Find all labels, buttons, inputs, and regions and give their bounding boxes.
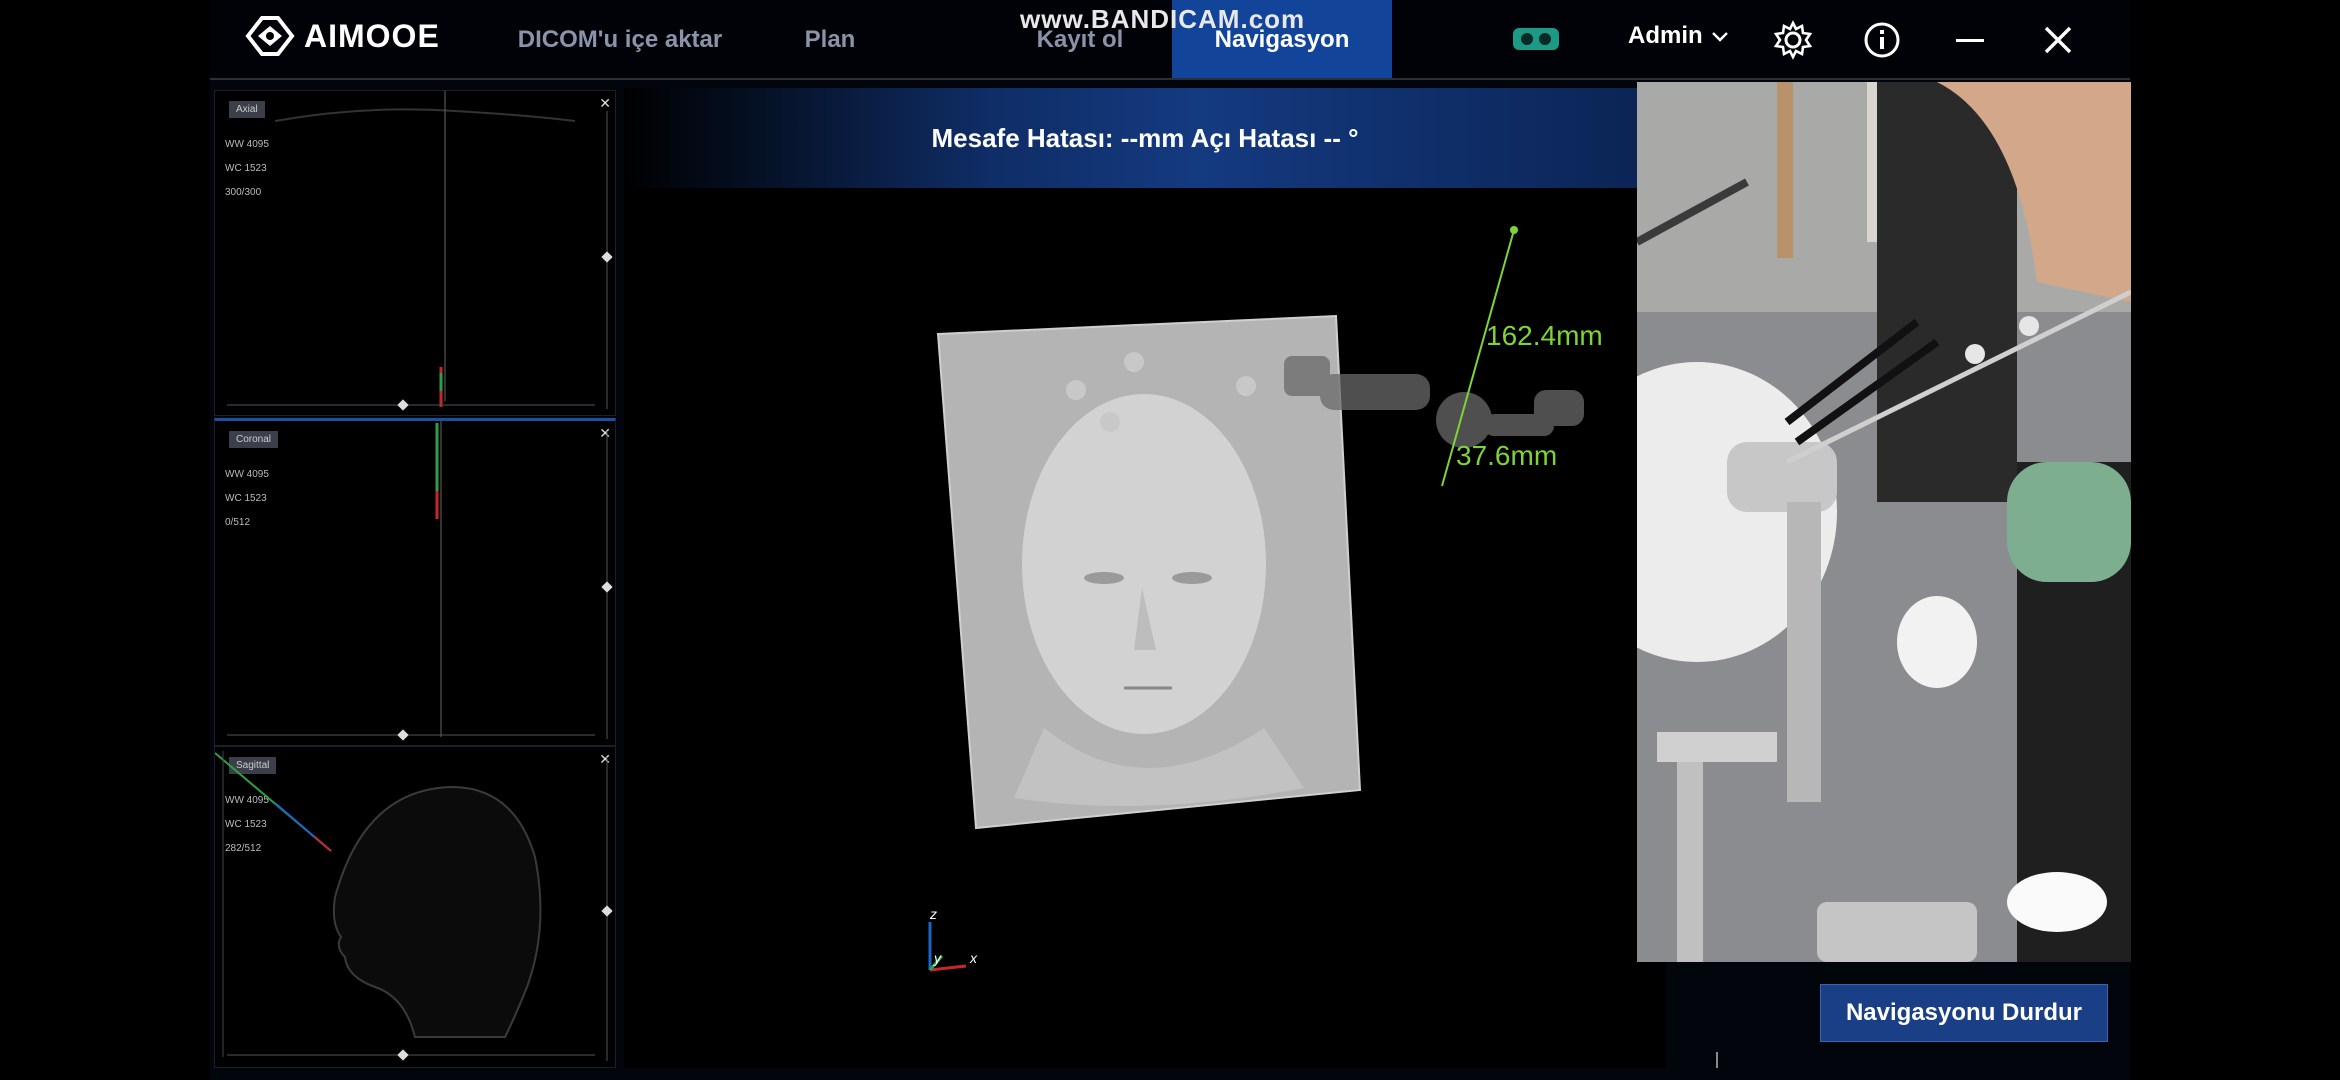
logo-text: AIMOOE (304, 17, 440, 54)
recording-watermark: www.BANDICAM.com (1020, 4, 1306, 34)
axis-y-label: y (934, 950, 941, 966)
axis-x-label: x (970, 950, 977, 966)
user-menu[interactable]: Admin (1628, 22, 1729, 50)
app-window: AIMOOE DICOM'u içe aktar Plan Kayıt ol N… (210, 0, 2131, 1080)
close-icon[interactable] (2038, 20, 2078, 60)
sagittal-head-outline (215, 751, 608, 1061)
top-bar: AIMOOE DICOM'u içe aktar Plan Kayıt ol N… (210, 0, 2130, 80)
error-readout: Mesafe Hatası: --mm Açı Hatası -- ° (931, 123, 1359, 153)
gear-icon[interactable] (1773, 20, 1813, 60)
minimize-icon[interactable] (1950, 20, 1990, 60)
coronal-crosshair (227, 421, 608, 739)
tab-plan[interactable]: Plan (770, 0, 890, 78)
axis-z-label: z (930, 906, 937, 922)
camera-scene (1637, 82, 2131, 962)
distance-label-2: 37.6mm (1456, 440, 1558, 471)
chevron-down-icon (1712, 32, 1729, 42)
axial-crosshair (227, 91, 608, 409)
axial-view-panel[interactable]: Axial WW 4095 WC 1523 300/300 ✕ (214, 90, 616, 416)
stop-navigation-button[interactable]: Navigasyonu Durdur (1820, 984, 2108, 1042)
user-label: Admin (1628, 22, 1703, 49)
camera-feed (1637, 82, 2131, 962)
sagittal-view-panel[interactable]: Sagittal WW 4095 WC 1523 282/512 ✕ (214, 746, 616, 1068)
tab-dicom-import[interactable]: DICOM'u içe aktar (490, 0, 750, 78)
vr-glasses-icon[interactable] (1513, 28, 1559, 50)
distance-label-1: 162.4mm (1486, 320, 1603, 351)
coronal-view-panel[interactable]: Coronal WW 4095 WC 1523 0/512 ✕ (214, 418, 616, 746)
3d-viewport[interactable]: 162.4mm 37.6mm z y x (624, 188, 1666, 1068)
info-icon[interactable] (1862, 20, 1902, 60)
error-header: Mesafe Hatası: --mm Açı Hatası -- ° (624, 88, 1666, 188)
logo: AIMOOE (244, 14, 440, 58)
viewport-marker (1716, 1052, 1718, 1068)
aimooe-logo-icon (245, 16, 295, 56)
